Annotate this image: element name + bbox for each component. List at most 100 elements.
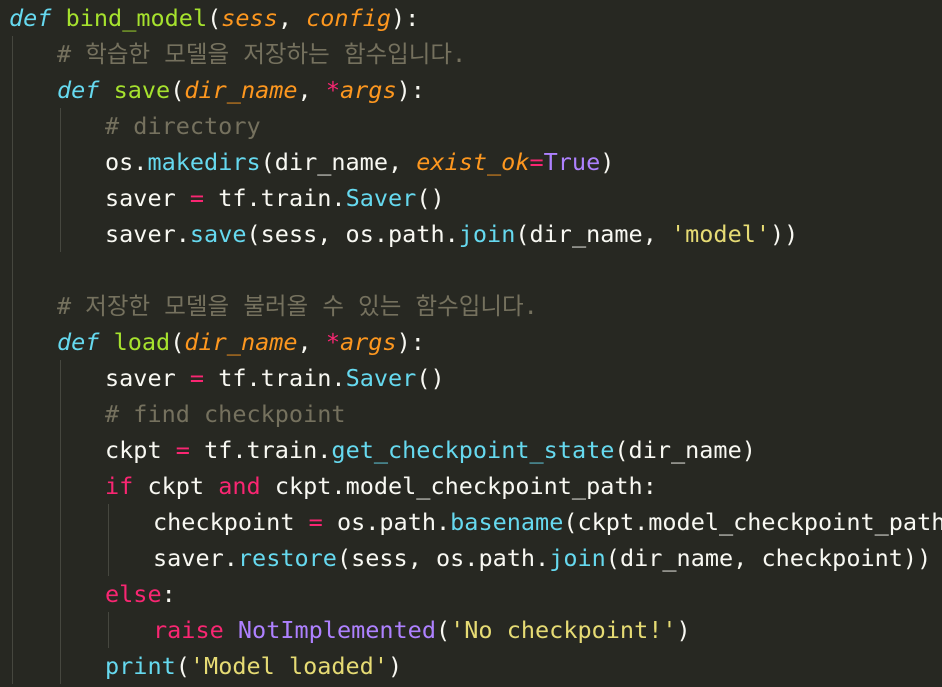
code-token: ( bbox=[614, 436, 629, 464]
code-token: . bbox=[436, 508, 451, 536]
code-token: dir_name bbox=[184, 328, 298, 356]
code-token: args bbox=[340, 328, 397, 356]
code-token: load bbox=[113, 328, 171, 356]
indent-guide bbox=[12, 144, 13, 180]
code-token: = bbox=[189, 364, 205, 392]
code-token: ( bbox=[563, 508, 578, 536]
code-token: ) bbox=[676, 616, 691, 644]
code-token: . bbox=[331, 472, 346, 500]
code-token: 'No checkpoint!' bbox=[450, 616, 677, 644]
code-token: restore bbox=[237, 544, 337, 572]
indent-guide bbox=[12, 612, 13, 648]
indent-guide bbox=[12, 504, 13, 540]
code-token: . bbox=[444, 220, 459, 248]
code-token: makedirs bbox=[147, 148, 261, 176]
indent-guide bbox=[108, 540, 109, 576]
code-token: . bbox=[175, 220, 190, 248]
code-token: config bbox=[306, 4, 392, 32]
code-line[interactable]: raise NotImplemented('No checkpoint!') bbox=[0, 612, 942, 648]
indent-guide bbox=[60, 468, 61, 504]
code-token: . bbox=[331, 184, 346, 212]
code-line[interactable]: # 학습한 모델을 저장하는 함수입니다. bbox=[0, 36, 942, 72]
code-token: sess bbox=[260, 220, 318, 248]
code-text: def save(dir_name, *args): bbox=[57, 72, 425, 108]
code-token: sess bbox=[351, 544, 408, 572]
code-line[interactable]: saver = tf.train.Saver() bbox=[0, 360, 942, 396]
code-token: model_checkpoint_path bbox=[345, 472, 643, 500]
code-line[interactable]: if ckpt and ckpt.model_checkpoint_path: bbox=[0, 468, 942, 504]
code-token: * bbox=[325, 328, 340, 356]
code-text: if ckpt and ckpt.model_checkpoint_path: bbox=[105, 468, 657, 504]
code-token: train bbox=[260, 184, 332, 212]
code-token: = bbox=[529, 148, 544, 176]
code-editor[interactable]: def bind_model(sess, config): # 학습한 모델을 저… bbox=[0, 0, 942, 687]
code-token: ( bbox=[170, 76, 185, 104]
code-line[interactable]: # 저장한 모델을 불러올 수 있는 함수입니다. bbox=[0, 288, 942, 324]
code-token: and bbox=[218, 472, 261, 500]
code-line[interactable]: os.makedirs(dir_name, exist_ok=True) bbox=[0, 144, 942, 180]
code-token: = bbox=[308, 508, 323, 536]
indent-guide bbox=[108, 504, 109, 540]
code-line[interactable]: else: bbox=[0, 576, 942, 612]
code-line[interactable]: # find checkpoint bbox=[0, 396, 942, 432]
indent-guide bbox=[12, 216, 13, 252]
indent-guide bbox=[60, 108, 61, 144]
code-token: . bbox=[535, 544, 550, 572]
code-token: dir_name bbox=[619, 544, 734, 572]
code-token: dir_name bbox=[274, 148, 388, 176]
code-token: tf bbox=[204, 436, 233, 464]
code-token: . bbox=[634, 508, 649, 536]
indent-guide bbox=[12, 180, 13, 216]
code-line[interactable]: ckpt = tf.train.get_checkpoint_state(dir… bbox=[0, 432, 942, 468]
code-line[interactable]: def load(dir_name, *args): bbox=[0, 324, 942, 360]
code-token: path bbox=[478, 544, 536, 572]
code-text: # find checkpoint bbox=[105, 396, 346, 432]
indent-guide bbox=[12, 324, 13, 360]
code-token: checkpoint bbox=[153, 508, 295, 536]
code-token: . bbox=[232, 436, 247, 464]
code-line[interactable]: saver = tf.train.Saver() bbox=[0, 180, 942, 216]
code-token: 'model' bbox=[670, 220, 771, 248]
indent-guide bbox=[12, 648, 13, 684]
code-token: ( bbox=[207, 4, 222, 32]
code-token: ckpt bbox=[274, 472, 332, 500]
code-line[interactable]: saver.restore(sess, os.path.join(dir_nam… bbox=[0, 540, 942, 576]
code-token: join bbox=[549, 544, 606, 572]
code-line[interactable] bbox=[0, 252, 942, 288]
indent-guide bbox=[108, 612, 109, 648]
code-line[interactable]: # directory bbox=[0, 108, 942, 144]
indent-guide bbox=[12, 468, 13, 504]
code-text: def bind_model(sess, config): bbox=[9, 0, 419, 36]
code-line[interactable]: saver.save(sess, os.path.join(dir_name, … bbox=[0, 216, 942, 252]
code-text: # directory bbox=[105, 108, 261, 144]
code-token: ( bbox=[435, 616, 451, 644]
indent-guide bbox=[12, 108, 13, 144]
code-token: train bbox=[260, 364, 332, 392]
code-token: tf bbox=[218, 184, 247, 212]
code-token: if bbox=[105, 472, 134, 500]
indent-guide bbox=[60, 180, 61, 216]
code-line[interactable]: print('Model loaded') bbox=[0, 648, 942, 684]
code-token: 'Model loaded' bbox=[189, 652, 388, 680]
code-line[interactable]: def bind_model(sess, config): bbox=[0, 0, 942, 36]
code-token: ) bbox=[600, 148, 615, 176]
code-token: def bbox=[57, 328, 100, 356]
code-token: print bbox=[105, 652, 176, 680]
indent-guide bbox=[60, 216, 61, 252]
code-token: # 학습한 모델을 저장하는 함수입니다. bbox=[57, 40, 467, 68]
code-token: . bbox=[331, 364, 346, 392]
code-area[interactable]: def bind_model(sess, config): # 학습한 모델을 저… bbox=[0, 0, 942, 684]
code-text: ckpt = tf.train.get_checkpoint_state(dir… bbox=[105, 432, 756, 468]
code-token: save bbox=[113, 76, 171, 104]
code-line[interactable]: def save(dir_name, *args): bbox=[0, 72, 942, 108]
code-token: basename bbox=[450, 508, 564, 536]
code-line[interactable]: checkpoint = os.path.basename(ckpt.model… bbox=[0, 504, 942, 540]
